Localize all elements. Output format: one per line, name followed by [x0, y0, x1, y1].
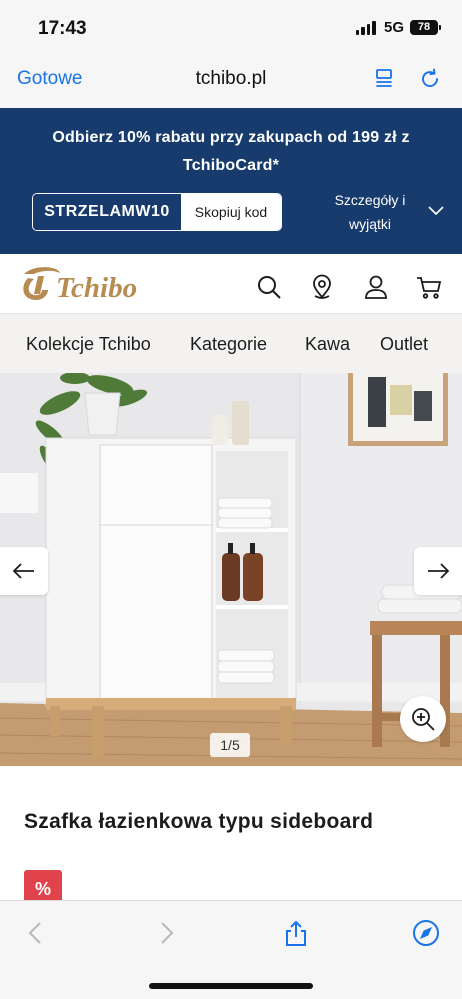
coupon-code: STRZELAMW10: [33, 194, 181, 230]
promo-banner: Odbierz 10% rabatu przy zakupach od 199 …: [0, 108, 462, 254]
product-title: Szafka łazienkowa typu sideboard: [24, 810, 374, 833]
zoom-button[interactable]: [400, 696, 446, 742]
reload-icon[interactable]: [418, 67, 442, 91]
status-bar: 17:43 5G 78: [0, 0, 462, 58]
back-icon[interactable]: [22, 919, 50, 947]
chevron-down-icon[interactable]: [428, 206, 444, 216]
promo-text: Odbierz 10% rabatu przy zakupach od 199 …: [52, 129, 410, 174]
browser-bar: Gotowe tchibo.pl: [0, 58, 462, 108]
svg-text:Tchibo: Tchibo: [56, 272, 137, 304]
home-indicator: [149, 983, 313, 989]
image-counter: 1/5: [210, 733, 250, 757]
forward-icon[interactable]: [152, 919, 180, 947]
tchibo-logo[interactable]: Tchibo: [14, 260, 159, 308]
next-image-button[interactable]: [414, 547, 462, 595]
site-header: Tchibo: [0, 254, 462, 314]
prev-image-button[interactable]: [0, 547, 48, 595]
nav-item-outlet[interactable]: Outlet: [380, 334, 428, 355]
status-indicators: 5G 78: [355, 19, 441, 36]
network-type: 5G: [383, 19, 404, 36]
category-nav: Kolekcje Tchibo Kategorie Kawa Outlet: [0, 314, 462, 373]
store-locator-icon[interactable]: [309, 274, 335, 300]
product-image[interactable]: [0, 373, 462, 766]
arrow-right-icon: [428, 563, 450, 579]
search-icon[interactable]: [256, 274, 282, 300]
share-icon[interactable]: [282, 919, 310, 947]
product-gallery: 1/5: [0, 373, 462, 766]
battery-icon: 78: [410, 20, 441, 35]
status-time: 17:43: [38, 18, 87, 39]
nav-item-kategorie[interactable]: Kategorie: [190, 334, 267, 355]
signal-icon: [355, 20, 376, 35]
cart-icon[interactable]: [416, 274, 442, 300]
coupon-box: STRZELAMW10 Skopiuj kod: [32, 193, 282, 231]
arrow-left-icon: [12, 563, 34, 579]
details-link[interactable]: Szczegóły i wyjątki: [315, 188, 425, 236]
reader-icon[interactable]: [372, 67, 396, 91]
nav-item-kawa[interactable]: Kawa: [305, 334, 350, 355]
copy-code-button[interactable]: Skopiuj kod: [181, 194, 281, 230]
zoom-in-icon: [412, 708, 435, 731]
account-icon[interactable]: [363, 274, 389, 300]
nav-item-kolekcje[interactable]: Kolekcje Tchibo: [26, 334, 151, 355]
compass-icon[interactable]: [412, 919, 440, 947]
